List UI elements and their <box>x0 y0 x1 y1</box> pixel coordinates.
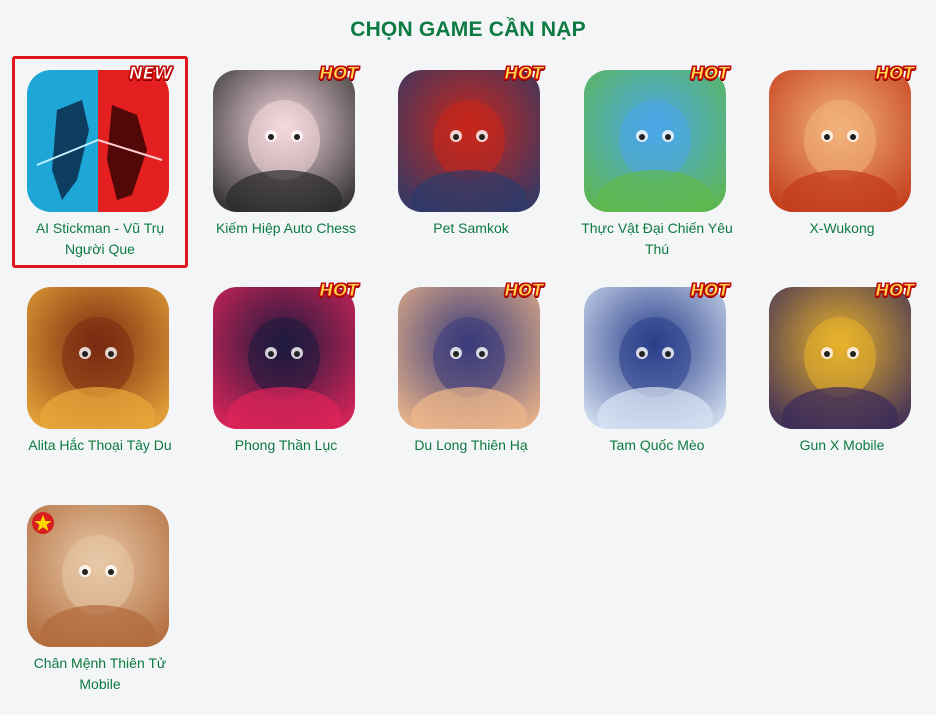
game-card[interactable]: HOT Du Long Thiên Hạ <box>383 273 559 485</box>
game-artwork <box>27 70 169 212</box>
hot-badge: HOT <box>504 281 544 302</box>
game-thumbnail[interactable] <box>398 70 540 212</box>
game-artwork <box>213 70 355 212</box>
game-artwork <box>584 70 726 212</box>
game-name: Chân Mệnh Thiên Tử Mobile <box>33 655 167 692</box>
game-thumbnail[interactable] <box>584 287 726 429</box>
game-artwork <box>769 287 911 429</box>
game-name: Alita Hắc Thoại Tây Du <box>28 437 172 453</box>
game-name: Phong Thần Lục <box>234 437 338 453</box>
game-thumbnail[interactable] <box>27 505 169 647</box>
game-name: AI Stickman - Vũ Trụ Người Que <box>35 220 165 257</box>
game-name: X-Wukong <box>809 220 875 236</box>
game-thumbnail[interactable] <box>27 70 169 212</box>
game-card[interactable]: Alita Hắc Thoại Tây Du <box>12 273 188 485</box>
game-thumbnail[interactable] <box>213 287 355 429</box>
game-card[interactable]: HOT Pet Samkok <box>383 56 559 268</box>
game-card[interactable]: HOT Kiếm Hiệp Auto Chess <box>198 56 374 268</box>
new-badge: NEW <box>128 64 173 85</box>
game-thumbnail[interactable] <box>584 70 726 212</box>
game-artwork <box>398 287 540 429</box>
hot-badge: HOT <box>319 64 359 85</box>
game-card[interactable]: HOT Tam Quốc Mèo <box>569 273 745 485</box>
game-card[interactable]: NEW AI Stickman - Vũ Trụ Người Que <box>12 56 188 268</box>
game-name: Gun X Mobile <box>799 437 885 453</box>
game-name: Pet Samkok <box>433 220 509 236</box>
game-thumbnail[interactable] <box>769 70 911 212</box>
hot-badge: HOT <box>504 64 544 85</box>
game-card[interactable]: HOT Thực Vật Đại Chiến Yêu Thú <box>569 56 745 268</box>
game-card[interactable]: Chân Mệnh Thiên Tử Mobile <box>12 491 188 703</box>
game-name: Tam Quốc Mèo <box>609 437 705 453</box>
game-artwork <box>27 287 169 429</box>
game-thumbnail[interactable] <box>398 287 540 429</box>
game-artwork <box>27 505 169 647</box>
game-card[interactable]: HOT Gun X Mobile <box>754 273 930 485</box>
page-title: CHỌN GAME CẦN NẠP <box>350 18 586 41</box>
hot-badge: HOT <box>690 281 730 302</box>
game-artwork <box>769 70 911 212</box>
game-name: Du Long Thiên Hạ <box>414 437 528 453</box>
hot-badge: HOT <box>875 64 915 85</box>
hot-badge: HOT <box>319 281 359 302</box>
game-thumbnail[interactable] <box>213 70 355 212</box>
game-artwork <box>584 287 726 429</box>
game-artwork <box>398 70 540 212</box>
game-artwork <box>213 287 355 429</box>
game-name: Thực Vật Đại Chiến Yêu Thú <box>581 220 733 257</box>
hot-badge: HOT <box>875 281 915 302</box>
game-thumbnail[interactable] <box>27 287 169 429</box>
game-name: Kiếm Hiệp Auto Chess <box>215 220 357 236</box>
game-card[interactable]: HOT Phong Thần Lục <box>198 273 374 485</box>
hot-badge: HOT <box>690 64 730 85</box>
game-card[interactable]: HOT X-Wukong <box>754 56 930 268</box>
game-thumbnail[interactable] <box>769 287 911 429</box>
